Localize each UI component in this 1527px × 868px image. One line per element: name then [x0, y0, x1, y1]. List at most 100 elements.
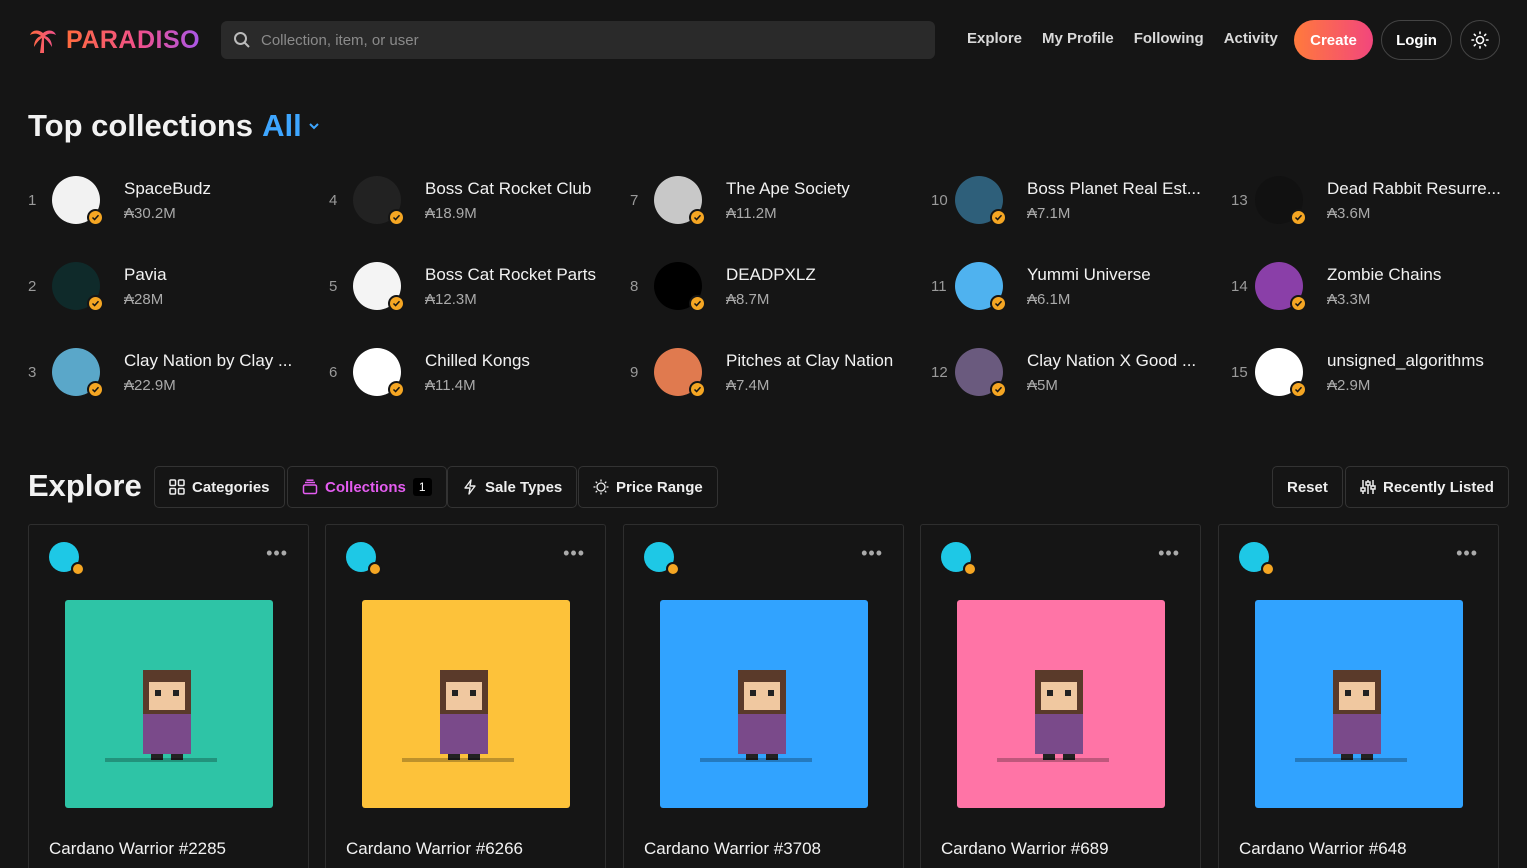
collection-text: Chilled Kongs ₳11.4M: [425, 351, 530, 394]
more-options-icon[interactable]: •••: [266, 544, 288, 562]
price-range-filter-button[interactable]: Price Range: [578, 466, 718, 508]
search-input[interactable]: [261, 31, 901, 49]
nft-card[interactable]: ••• Cardano Warrior #648: [1218, 524, 1499, 868]
categories-filter-button[interactable]: Categories: [154, 466, 285, 508]
nft-card[interactable]: ••• Cardano Warrior #689: [920, 524, 1201, 868]
collection-rank: 9: [630, 363, 639, 381]
nft-image[interactable]: [362, 600, 570, 808]
search-bar[interactable]: [221, 21, 935, 59]
sort-label: Recently Listed: [1383, 478, 1494, 496]
top-collection-item[interactable]: 13 Dead Rabbit Resurre... ₳3.6M: [1231, 172, 1521, 228]
verified-check-icon: [990, 381, 1007, 398]
collection-name: Boss Cat Rocket Parts: [425, 264, 597, 284]
collection-volume: ₳6.1M: [1027, 290, 1071, 308]
top-collection-item[interactable]: 1 SpaceBudz ₳30.2M: [28, 172, 318, 228]
collection-rank: 5: [329, 277, 338, 295]
collection-rank: 3: [28, 363, 37, 381]
collection-text: Boss Planet Real Est... ₳7.1M: [1027, 179, 1201, 222]
nft-image[interactable]: [65, 600, 273, 808]
collection-volume: ₳11.2M: [726, 204, 777, 222]
nav-activity[interactable]: Activity: [1224, 30, 1278, 47]
collection-volume: ₳11.4M: [425, 376, 476, 394]
sort-dropdown-button[interactable]: Recently Listed: [1345, 466, 1509, 508]
top-collection-item[interactable]: 5 Boss Cat Rocket Parts ₳12.3M: [329, 258, 619, 314]
top-collection-item[interactable]: 6 Chilled Kongs ₳11.4M: [329, 344, 619, 400]
nft-image[interactable]: [660, 600, 868, 808]
collection-rank: 8: [630, 277, 639, 295]
more-options-icon[interactable]: •••: [563, 544, 585, 562]
nft-card[interactable]: ••• Cardano Warrior #2285: [28, 524, 309, 868]
collection-avatar: [955, 348, 1007, 398]
verified-check-icon: [71, 562, 85, 576]
verified-check-icon: [689, 209, 706, 226]
collection-volume: ₳8.7M: [726, 290, 770, 308]
palm-tree-icon: [30, 30, 56, 53]
collection-name: Clay Nation X Good ...: [1027, 350, 1197, 370]
top-collection-item[interactable]: 7 The Ape Society ₳11.2M: [630, 172, 920, 228]
nav-my-profile[interactable]: My Profile: [1042, 30, 1114, 47]
top-collection-item[interactable]: 10 Boss Planet Real Est... ₳7.1M: [931, 172, 1221, 228]
top-collection-item[interactable]: 14 Zombie Chains ₳3.3M: [1231, 258, 1521, 314]
nft-title[interactable]: Cardano Warrior #689: [941, 839, 1109, 859]
top-collection-item[interactable]: 3 Clay Nation by Clay ... ₳22.9M: [28, 344, 318, 400]
top-collection-item[interactable]: 15 unsigned_algorithms ₳2.9M: [1231, 344, 1521, 400]
more-options-icon[interactable]: •••: [1158, 544, 1180, 562]
collection-avatar: [52, 348, 104, 398]
collection-name: Dead Rabbit Resurre...: [1327, 178, 1501, 198]
creator-avatar[interactable]: [49, 542, 85, 576]
top-collection-item[interactable]: 2 Pavia ₳28M: [28, 258, 318, 314]
nft-title[interactable]: Cardano Warrior #6266: [346, 839, 523, 859]
collection-volume: ₳5M: [1027, 376, 1058, 394]
nft-title[interactable]: Cardano Warrior #3708: [644, 839, 821, 859]
pixel-warrior-image: [700, 670, 812, 762]
collection-rank: 14: [1231, 277, 1248, 295]
nav-following[interactable]: Following: [1134, 30, 1204, 47]
nft-image[interactable]: [957, 600, 1165, 808]
paradiso-logo[interactable]: PARADISO: [28, 24, 200, 56]
theme-toggle-button[interactable]: [1460, 20, 1500, 60]
reset-button[interactable]: Reset: [1272, 466, 1343, 508]
collection-rank: 11: [931, 277, 947, 295]
top-collection-item[interactable]: 12 Clay Nation X Good ... ₳5M: [931, 344, 1221, 400]
creator-avatar[interactable]: [346, 542, 382, 576]
nft-image[interactable]: [1255, 600, 1463, 808]
top-collection-item[interactable]: 9 Pitches at Clay Nation ₳7.4M: [630, 344, 920, 400]
top-collection-item[interactable]: 8 DEADPXLZ ₳8.7M: [630, 258, 920, 314]
collection-text: Clay Nation by Clay ... ₳22.9M: [124, 351, 292, 394]
collection-name: Chilled Kongs: [425, 350, 530, 370]
login-button[interactable]: Login: [1381, 20, 1452, 60]
collections-filter-button[interactable]: Collections 1: [287, 466, 447, 508]
top-collection-item[interactable]: 11 Yummi Universe ₳6.1M: [931, 258, 1221, 314]
collection-stack-icon: [302, 479, 318, 495]
verified-check-icon: [87, 381, 104, 398]
sale-types-filter-button[interactable]: Sale Types: [447, 466, 578, 508]
sliders-icon: [1360, 480, 1376, 494]
nft-title[interactable]: Cardano Warrior #2285: [49, 839, 226, 859]
verified-check-icon: [1290, 209, 1307, 226]
collection-name: Zombie Chains: [1327, 264, 1442, 284]
collection-text: Boss Cat Rocket Parts ₳12.3M: [425, 265, 596, 308]
verified-check-icon: [666, 562, 680, 576]
collection-rank: 12: [931, 363, 948, 381]
collection-rank: 10: [931, 191, 948, 209]
nft-card[interactable]: ••• Cardano Warrior #3708: [623, 524, 904, 868]
price-range-label: Price Range: [616, 478, 703, 496]
nft-card[interactable]: ••• Cardano Warrior #6266: [325, 524, 606, 868]
creator-avatar[interactable]: [644, 542, 680, 576]
collection-avatar: [654, 176, 706, 226]
create-button[interactable]: Create: [1294, 20, 1373, 60]
top-collection-item[interactable]: 4 Boss Cat Rocket Club ₳18.9M: [329, 172, 619, 228]
collection-name: The Ape Society: [726, 178, 850, 198]
verified-check-icon: [87, 209, 104, 226]
collection-volume: ₳3.6M: [1327, 204, 1371, 222]
time-filter-dropdown[interactable]: All: [262, 108, 320, 144]
creator-avatar[interactable]: [1239, 542, 1275, 576]
reset-label: Reset: [1287, 478, 1328, 496]
collection-avatar: [353, 262, 405, 312]
nft-title[interactable]: Cardano Warrior #648: [1239, 839, 1407, 859]
time-filter-label: All: [262, 108, 302, 143]
more-options-icon[interactable]: •••: [861, 544, 883, 562]
creator-avatar[interactable]: [941, 542, 977, 576]
more-options-icon[interactable]: •••: [1456, 544, 1478, 562]
nav-explore[interactable]: Explore: [967, 30, 1022, 47]
